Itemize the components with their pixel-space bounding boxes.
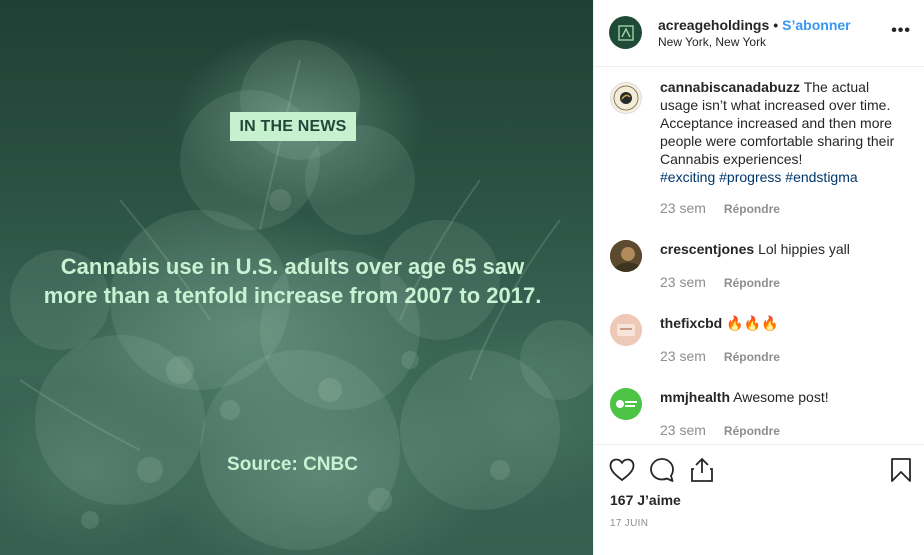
post-source: Source: CNBC [227,454,358,475]
comment-time[interactable]: 23 sem [660,200,706,216]
post-header: acreageholdings • S’abonner New York, New … [594,0,924,67]
post-side-panel: acreageholdings • S’abonner New York, New … [593,0,924,555]
post-actions: 167 J’aime 17 JUIN [594,444,924,555]
comment-username[interactable]: crescentjones [660,241,754,257]
avatar[interactable] [610,82,642,114]
comment-time[interactable]: 23 sem [660,348,706,364]
likes-count[interactable]: 167 J’aime [610,492,681,508]
comments-list[interactable]: cannabiscanadabuzz The actual usage isn’… [594,68,924,443]
more-options-icon[interactable]: ••• [891,22,911,40]
comment-time[interactable]: 23 sem [660,274,706,290]
comment-time[interactable]: 23 sem [660,422,706,438]
post-headline: Cannabis use in U.S. adults over age 65 … [43,254,542,308]
comment-bubble-icon[interactable] [649,457,675,483]
in-the-news-badge: IN THE NEWS [230,112,356,141]
comment-username[interactable]: mmjhealth [660,389,730,405]
reply-button[interactable]: Répondre [724,202,780,216]
comment-text: 🔥🔥🔥 [726,315,779,331]
account-username[interactable]: acreageholdings [658,17,769,33]
comment-text: Awesome post! [733,389,829,405]
cannabiscanadabuzz-avatar-icon [613,85,639,111]
acreage-logo-icon [617,24,634,41]
avatar[interactable] [610,388,642,420]
reply-button[interactable]: Répondre [724,276,780,290]
comment-text: Lol hippies yall [758,241,850,257]
share-icon[interactable] [689,457,715,483]
reply-button[interactable]: Répondre [724,424,780,438]
reply-button[interactable]: Répondre [724,350,780,364]
post-date[interactable]: 17 JUIN [610,518,648,529]
comment-username[interactable]: thefixcbd [660,315,722,331]
account-avatar[interactable] [609,16,642,49]
comment-hashtags[interactable]: #exciting #progress #endstigma [660,169,858,185]
crescentjones-avatar-icon [610,240,642,272]
bookmark-icon[interactable] [888,457,914,483]
avatar[interactable] [610,240,642,272]
like-heart-icon[interactable] [609,457,635,483]
avatar[interactable] [610,314,642,346]
comment-username[interactable]: cannabiscanadabuzz [660,79,800,95]
header-separator: • [773,17,779,33]
follow-button[interactable]: S’abonner [782,17,850,33]
post-location[interactable]: New York, New York [658,35,766,49]
mmjhealth-avatar-icon [610,388,642,420]
post-image[interactable]: IN THE NEWS Cannabis use in U.S. adults … [0,0,593,555]
thefixcbd-avatar-icon [610,314,642,346]
